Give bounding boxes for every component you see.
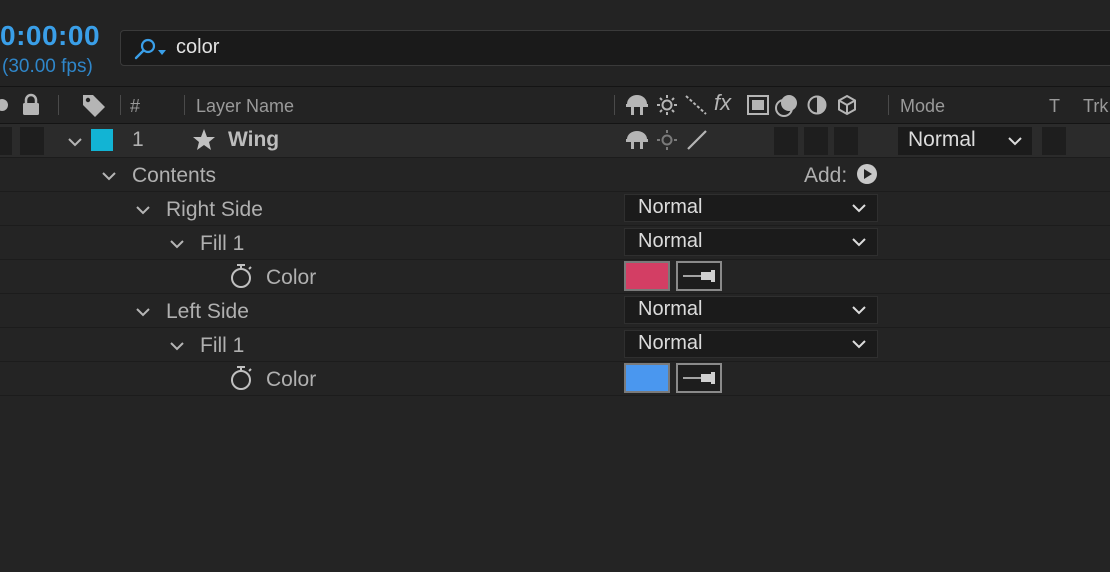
preserve-transparency-switch[interactable]	[1042, 127, 1066, 155]
header-separator	[888, 95, 889, 115]
color-property-row[interactable]	[0, 260, 1110, 294]
eyedropper-icon	[683, 270, 715, 282]
chevron-down-icon[interactable]	[136, 205, 150, 215]
chevron-down-icon[interactable]	[852, 339, 866, 349]
shy-icon[interactable]	[624, 93, 650, 117]
color-property-label: Color	[266, 368, 317, 391]
chevron-down-icon[interactable]	[136, 307, 150, 317]
eyedropper-button[interactable]	[676, 363, 722, 393]
blend-mode-value: Normal	[638, 332, 703, 354]
search-icon[interactable]	[134, 37, 168, 61]
collapse-transform-icon[interactable]	[656, 94, 678, 116]
label-tag-icon[interactable]	[80, 92, 108, 118]
header-separator	[184, 95, 185, 115]
lock-icon[interactable]	[20, 93, 42, 117]
stopwatch-icon[interactable]	[228, 262, 254, 290]
color-property-label: Color	[266, 266, 317, 289]
stopwatch-icon[interactable]	[228, 364, 254, 392]
color-swatch[interactable]	[624, 363, 670, 393]
chevron-down-icon[interactable]	[1008, 136, 1022, 146]
motion-blur-icon[interactable]	[774, 92, 800, 118]
blend-mode-value: Normal	[638, 298, 703, 320]
fill-row[interactable]	[0, 226, 1110, 260]
audio-video-column-icon[interactable]	[0, 95, 12, 115]
fill-name[interactable]: Fill 1	[200, 232, 244, 256]
add-play-icon[interactable]	[856, 163, 878, 185]
blend-mode-value: Normal	[638, 196, 703, 218]
chevron-down-icon[interactable]	[102, 171, 116, 181]
fill-name[interactable]: Fill 1	[200, 334, 244, 358]
group-name[interactable]: Right Side	[166, 198, 263, 222]
chevron-down-icon[interactable]	[852, 237, 866, 247]
preserve-transparency-header[interactable]: T	[1049, 96, 1060, 117]
chevron-down-icon[interactable]	[170, 239, 184, 249]
quality-icon[interactable]	[684, 94, 710, 116]
contents-label[interactable]: Contents	[132, 164, 216, 188]
layer-label-color[interactable]	[91, 129, 113, 151]
lock-switch[interactable]	[20, 127, 44, 155]
chevron-down-icon[interactable]	[170, 341, 184, 351]
chevron-down-icon[interactable]	[852, 305, 866, 315]
color-property-row[interactable]	[0, 362, 1110, 396]
eyedropper-icon	[683, 372, 715, 384]
track-matte-header[interactable]: Trk	[1083, 96, 1108, 117]
3d-layer-icon[interactable]	[836, 93, 858, 117]
effects-fx-icon[interactable]: fx	[714, 90, 731, 116]
layer-number-header[interactable]: #	[130, 96, 140, 117]
mode-header[interactable]: Mode	[900, 96, 945, 117]
header-separator	[58, 95, 59, 115]
color-swatch[interactable]	[624, 261, 670, 291]
video-switch[interactable]	[0, 127, 12, 155]
add-label[interactable]: Add:	[804, 164, 847, 188]
layer-mode-value: Normal	[908, 128, 976, 151]
label-color-swatch	[91, 129, 113, 151]
current-time-display[interactable]: 0:00:00	[0, 20, 100, 52]
search-input[interactable]	[176, 36, 776, 59]
adjustment-layer-icon[interactable]	[806, 94, 828, 116]
frame-blending-icon[interactable]	[746, 94, 770, 116]
collapse-switch-icon[interactable]	[656, 129, 678, 151]
frame-rate-label: (30.00 fps)	[2, 56, 93, 77]
chevron-down-icon[interactable]	[68, 137, 82, 147]
3d-switch[interactable]	[834, 127, 858, 155]
header-separator	[614, 95, 615, 115]
header-separator	[120, 95, 121, 115]
layer-number: 1	[132, 128, 144, 151]
eyedropper-button[interactable]	[676, 261, 722, 291]
chevron-down-icon[interactable]	[852, 203, 866, 213]
layer-name[interactable]: Wing	[228, 128, 279, 152]
fill-row[interactable]	[0, 328, 1110, 362]
group-name[interactable]: Left Side	[166, 300, 249, 324]
layer-name-header[interactable]: Layer Name	[196, 96, 294, 117]
adjustment-switch[interactable]	[804, 127, 828, 155]
blend-mode-value: Normal	[638, 230, 703, 252]
shy-switch-icon[interactable]	[624, 129, 650, 151]
motion-blur-switch[interactable]	[774, 127, 798, 155]
quality-switch-icon[interactable]	[684, 128, 710, 152]
star-icon	[193, 129, 215, 150]
